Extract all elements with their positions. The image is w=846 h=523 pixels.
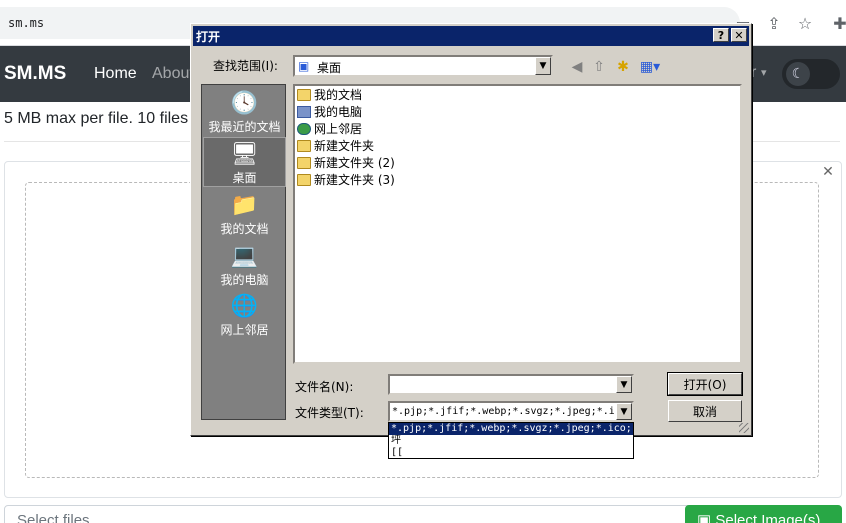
filename-label: 文件名(N): — [295, 380, 354, 394]
network-icon — [297, 122, 311, 135]
lookin-label: 查找范围(I): — [213, 59, 278, 73]
new-folder-icon[interactable]: ✱ — [613, 58, 633, 76]
open-button[interactable]: 打开(O) — [667, 372, 743, 396]
folder-icon — [297, 139, 311, 152]
file-name: 网上邻居 — [314, 122, 363, 136]
file-name: 新建文件夹 (2) — [314, 156, 395, 170]
filetype-label: 文件类型(T): — [295, 406, 364, 420]
lookin-combo[interactable]: ▣ 桌面 ▼ — [293, 55, 553, 77]
address-text: sm.ms — [8, 16, 45, 30]
list-item[interactable]: 我的电脑 — [297, 103, 362, 120]
places-bar: 🕓 我最近的文档 🖥 桌面 📁 我的文档 💻 我的电脑 🌐 网上邻居 — [201, 84, 286, 420]
bookmark-star-icon[interactable]: ☆ — [795, 13, 815, 33]
site-brand[interactable]: SM.MS — [4, 63, 66, 85]
help-button[interactable]: ? — [713, 28, 729, 42]
place-network[interactable]: 🌐 网上邻居 — [203, 290, 286, 340]
chevron-down-icon[interactable]: ▼ — [535, 57, 551, 75]
cancel-button-label: 取消 — [692, 404, 717, 419]
place-label: 网上邻居 — [220, 323, 269, 337]
folder-icon — [297, 88, 311, 101]
file-name: 我的文档 — [314, 88, 363, 102]
file-name: 新建文件夹 — [314, 139, 375, 153]
extensions-icon[interactable]: ✚ — [830, 13, 846, 33]
file-list[interactable]: 我的文档 我的电脑 网上邻居 新建文件夹 新建文件夹 (2) 新建文件夹 (3) — [293, 84, 742, 364]
filetype-select[interactable]: *.pjp;*.jfif;*.webp;*.svgz;*.jpeg;*.i ▼ — [388, 401, 634, 422]
filetype-value: *.pjp;*.jfif;*.webp;*.svgz;*.jpeg;*.i — [392, 406, 614, 417]
recent-docs-icon: 🕓 — [230, 91, 259, 116]
back-icon[interactable]: ◀ — [567, 58, 587, 76]
chevron-down-icon[interactable]: ▼ — [616, 403, 632, 420]
view-menu-icon[interactable]: ▦▾ — [637, 58, 663, 76]
chevron-down-icon[interactable]: ▼ — [616, 376, 632, 393]
image-icon: ▣ — [697, 512, 716, 523]
desktop-icon: ▣ — [298, 59, 310, 73]
place-label: 我最近的文档 — [208, 120, 281, 134]
select-images-button[interactable]: ▣ Select Image(s) — [685, 505, 842, 523]
open-button-label: 打开(O) — [683, 377, 727, 392]
close-icon[interactable]: ✕ — [818, 162, 838, 182]
nav-about-link[interactable]: About — [152, 65, 194, 83]
dropdown-option[interactable]: 坪 — [389, 435, 633, 447]
dialog-titlebar[interactable]: 打开 ? ✕ — [193, 26, 749, 46]
dropdown-option[interactable]: [[ — [389, 447, 633, 458]
folder-icon: 📁 — [230, 193, 259, 218]
place-label: 我的电脑 — [220, 273, 269, 287]
place-recent[interactable]: 🕓 我最近的文档 — [203, 87, 286, 137]
file-name: 我的电脑 — [314, 105, 363, 119]
filename-field[interactable]: ▼ — [388, 374, 634, 395]
computer-icon: 💻 — [230, 244, 259, 269]
file-name: 新建文件夹 (3) — [314, 173, 395, 187]
theme-toggle[interactable]: ☾ — [782, 59, 840, 89]
desktop-icon: 🖥 — [230, 142, 259, 167]
dialog-title: 打开 — [196, 30, 221, 44]
caret-down-icon[interactable]: ▾ — [761, 66, 767, 79]
list-item[interactable]: 新建文件夹 (2) — [297, 154, 395, 171]
up-folder-icon[interactable]: ⇧ — [589, 58, 609, 76]
open-file-dialog: 打开 ? ✕ 查找范围(I): ▣ 桌面 ▼ ◀ ⇧ ✱ ▦▾ 🕓 我最近的文档… — [190, 23, 752, 436]
place-label: 我的文档 — [220, 222, 269, 236]
computer-icon — [297, 105, 311, 118]
list-item[interactable]: 新建文件夹 — [297, 137, 374, 154]
list-item[interactable]: 我的文档 — [297, 86, 362, 103]
close-dialog-button[interactable]: ✕ — [731, 28, 747, 42]
place-my-computer[interactable]: 💻 我的电脑 — [203, 240, 286, 290]
select-images-label: Select Image(s) — [715, 512, 821, 523]
place-desktop[interactable]: 🖥 桌面 — [203, 137, 286, 187]
network-icon: 🌐 — [230, 294, 259, 319]
list-item[interactable]: 网上邻居 — [297, 120, 362, 137]
list-item[interactable]: 新建文件夹 (3) — [297, 171, 395, 188]
lookin-value: 桌面 — [317, 61, 342, 75]
place-my-documents[interactable]: 📁 我的文档 — [203, 189, 286, 239]
filetype-dropdown-list[interactable]: *.pjp;*.jfif;*.webp;*.svgz;*.jpeg;*.ico;… — [388, 422, 634, 459]
nav-home-link[interactable]: Home — [94, 65, 137, 83]
select-files-placeholder: Select files — [17, 512, 90, 523]
folder-icon — [297, 173, 311, 186]
share-icon[interactable]: ⇪ — [764, 13, 784, 33]
dropdown-option[interactable]: *.pjp;*.jfif;*.webp;*.svgz;*.jpeg;*.ico; — [389, 423, 633, 435]
cancel-button[interactable]: 取消 — [668, 400, 742, 422]
resize-grip[interactable] — [739, 423, 749, 433]
folder-icon — [297, 156, 311, 169]
place-label: 桌面 — [232, 171, 257, 185]
moon-icon: ☾ — [786, 62, 810, 86]
